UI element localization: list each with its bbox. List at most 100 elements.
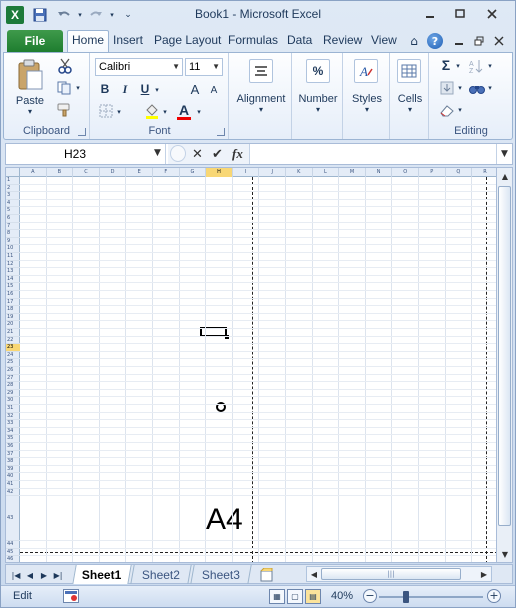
scroll-up-icon[interactable]: ▲	[498, 169, 512, 183]
underline-dropdown-icon[interactable]: ▾	[153, 83, 161, 97]
row-header-32[interactable]: 32	[6, 413, 20, 421]
row-header-6[interactable]: 6	[6, 215, 20, 223]
row-header-13[interactable]: 13	[6, 268, 20, 276]
doc-close-icon[interactable]	[491, 33, 507, 49]
row-header-25[interactable]: 25	[6, 359, 20, 367]
fill-color-dropdown-icon[interactable]: ▾	[161, 105, 169, 119]
column-header-c[interactable]: C	[73, 168, 100, 177]
horizontal-scrollbar[interactable]: ◀ ||| ▶	[306, 566, 492, 582]
tab-data[interactable]: Data	[287, 33, 312, 52]
column-header-r[interactable]: R	[472, 168, 496, 177]
insert-function-icon[interactable]: fx	[232, 146, 243, 162]
row-header-43[interactable]: 43	[6, 496, 20, 542]
row-header-37[interactable]: 37	[6, 451, 20, 459]
horizontal-scroll-thumb[interactable]: |||	[321, 568, 461, 580]
column-header-j[interactable]: J	[259, 168, 286, 177]
expand-formula-bar-icon[interactable]: ▼	[496, 144, 512, 164]
column-header-d[interactable]: D	[100, 168, 127, 177]
worksheet-grid[interactable]: ABCDEFGHIJKLMNOPQRS 12345678910111213141…	[5, 167, 497, 563]
shrink-font-button[interactable]: A	[207, 83, 221, 97]
tab-review[interactable]: Review	[323, 33, 362, 52]
row-header-44[interactable]: 44	[6, 541, 20, 549]
row-header-33[interactable]: 33	[6, 420, 20, 428]
doc-minimize-icon[interactable]	[451, 33, 467, 49]
row-header-14[interactable]: 14	[6, 276, 20, 284]
name-box-dropdown-icon[interactable]: ▼	[154, 148, 161, 158]
column-header-p[interactable]: P	[419, 168, 446, 177]
clear-icon[interactable]	[438, 101, 456, 119]
column-header-a[interactable]: A	[20, 168, 47, 177]
enter-entry-icon[interactable]: ✔	[212, 146, 223, 162]
tab-page-layout[interactable]: Page Layout	[154, 33, 221, 52]
vertical-scrollbar[interactable]: ▲ ▼	[497, 167, 513, 563]
column-header-o[interactable]: O	[392, 168, 419, 177]
row-header-16[interactable]: 16	[6, 291, 20, 299]
last-sheet-icon[interactable]: ▶|	[52, 568, 64, 582]
sheet-tab-sheet2[interactable]: Sheet2	[130, 565, 192, 584]
borders-icon[interactable]	[97, 103, 115, 119]
row-header-2[interactable]: 2	[6, 185, 20, 193]
zoom-level[interactable]: 40%	[331, 590, 353, 602]
formula-bar-resize-handle[interactable]	[170, 145, 186, 162]
doc-restore-icon[interactable]	[471, 33, 487, 49]
row-header-30[interactable]: 30	[6, 397, 20, 405]
font-launcher-icon[interactable]	[217, 128, 225, 136]
insert-sheet-icon[interactable]	[258, 567, 276, 583]
maximize-button[interactable]	[447, 4, 473, 24]
zoom-slider-thumb[interactable]	[403, 591, 409, 603]
row-header-12[interactable]: 12	[6, 261, 20, 269]
styles-group[interactable]: A Styles ▾	[344, 53, 390, 139]
fill-dropdown-icon[interactable]: ▾	[456, 81, 464, 95]
row-header-5[interactable]: 5	[6, 207, 20, 215]
cells-group[interactable]: Cells ▾	[391, 53, 429, 139]
bold-button[interactable]: B	[97, 81, 113, 97]
row-header-35[interactable]: 35	[6, 435, 20, 443]
row-header-20[interactable]: 20	[6, 321, 20, 329]
column-header-g[interactable]: G	[180, 168, 207, 177]
row-header-26[interactable]: 26	[6, 367, 20, 375]
row-header-9[interactable]: 9	[6, 238, 20, 246]
clipboard-launcher-icon[interactable]	[78, 128, 86, 136]
row-header-41[interactable]: 41	[6, 481, 20, 489]
tab-insert[interactable]: Insert	[113, 33, 143, 52]
row-header-15[interactable]: 15	[6, 283, 20, 291]
macro-record-icon[interactable]	[63, 589, 79, 603]
cut-icon[interactable]	[56, 57, 74, 75]
row-header-39[interactable]: 39	[6, 466, 20, 474]
column-header-e[interactable]: E	[126, 168, 153, 177]
copy-dropdown-icon[interactable]: ▾	[74, 81, 82, 95]
minimize-ribbon-icon[interactable]: ⌂	[406, 33, 422, 49]
column-header-l[interactable]: L	[313, 168, 340, 177]
row-header-7[interactable]: 7	[6, 223, 20, 231]
name-box[interactable]: H23	[6, 144, 166, 164]
column-header-n[interactable]: N	[366, 168, 393, 177]
row-header-8[interactable]: 8	[6, 230, 20, 238]
cell-area[interactable]: A4	[20, 177, 496, 562]
paste-button[interactable]: Paste	[10, 95, 50, 107]
row-header-17[interactable]: 17	[6, 299, 20, 307]
row-header-18[interactable]: 18	[6, 306, 20, 314]
help-icon[interactable]: ?	[427, 33, 443, 49]
clear-dropdown-icon[interactable]: ▾	[456, 103, 464, 117]
autosum-button[interactable]: Σ	[438, 57, 454, 73]
sheet-tab-sheet1[interactable]: Sheet1	[72, 565, 132, 584]
tab-home[interactable]: Home	[67, 30, 110, 53]
row-header-28[interactable]: 28	[6, 382, 20, 390]
row-header-34[interactable]: 34	[6, 428, 20, 436]
fill-icon[interactable]	[438, 79, 456, 97]
row-header-10[interactable]: 10	[6, 245, 20, 253]
normal-view-icon[interactable]: ▦	[269, 589, 285, 604]
row-header-45[interactable]: 45	[6, 549, 20, 557]
row-header-24[interactable]: 24	[6, 352, 20, 360]
tab-view[interactable]: View	[371, 33, 397, 52]
find-select-dropdown-icon[interactable]: ▾	[486, 81, 494, 95]
zoom-slider-track[interactable]	[379, 596, 483, 598]
next-sheet-icon[interactable]: ▶	[38, 568, 50, 582]
row-header-11[interactable]: 11	[6, 253, 20, 261]
row-header-36[interactable]: 36	[6, 443, 20, 451]
column-header-i[interactable]: I	[233, 168, 260, 177]
sort-filter-dropdown-icon[interactable]: ▾	[486, 59, 494, 73]
page-break-preview-icon[interactable]: ▤	[305, 589, 321, 604]
cancel-entry-icon[interactable]: ✕	[192, 146, 203, 162]
zoom-in-icon[interactable]: +	[487, 589, 501, 603]
